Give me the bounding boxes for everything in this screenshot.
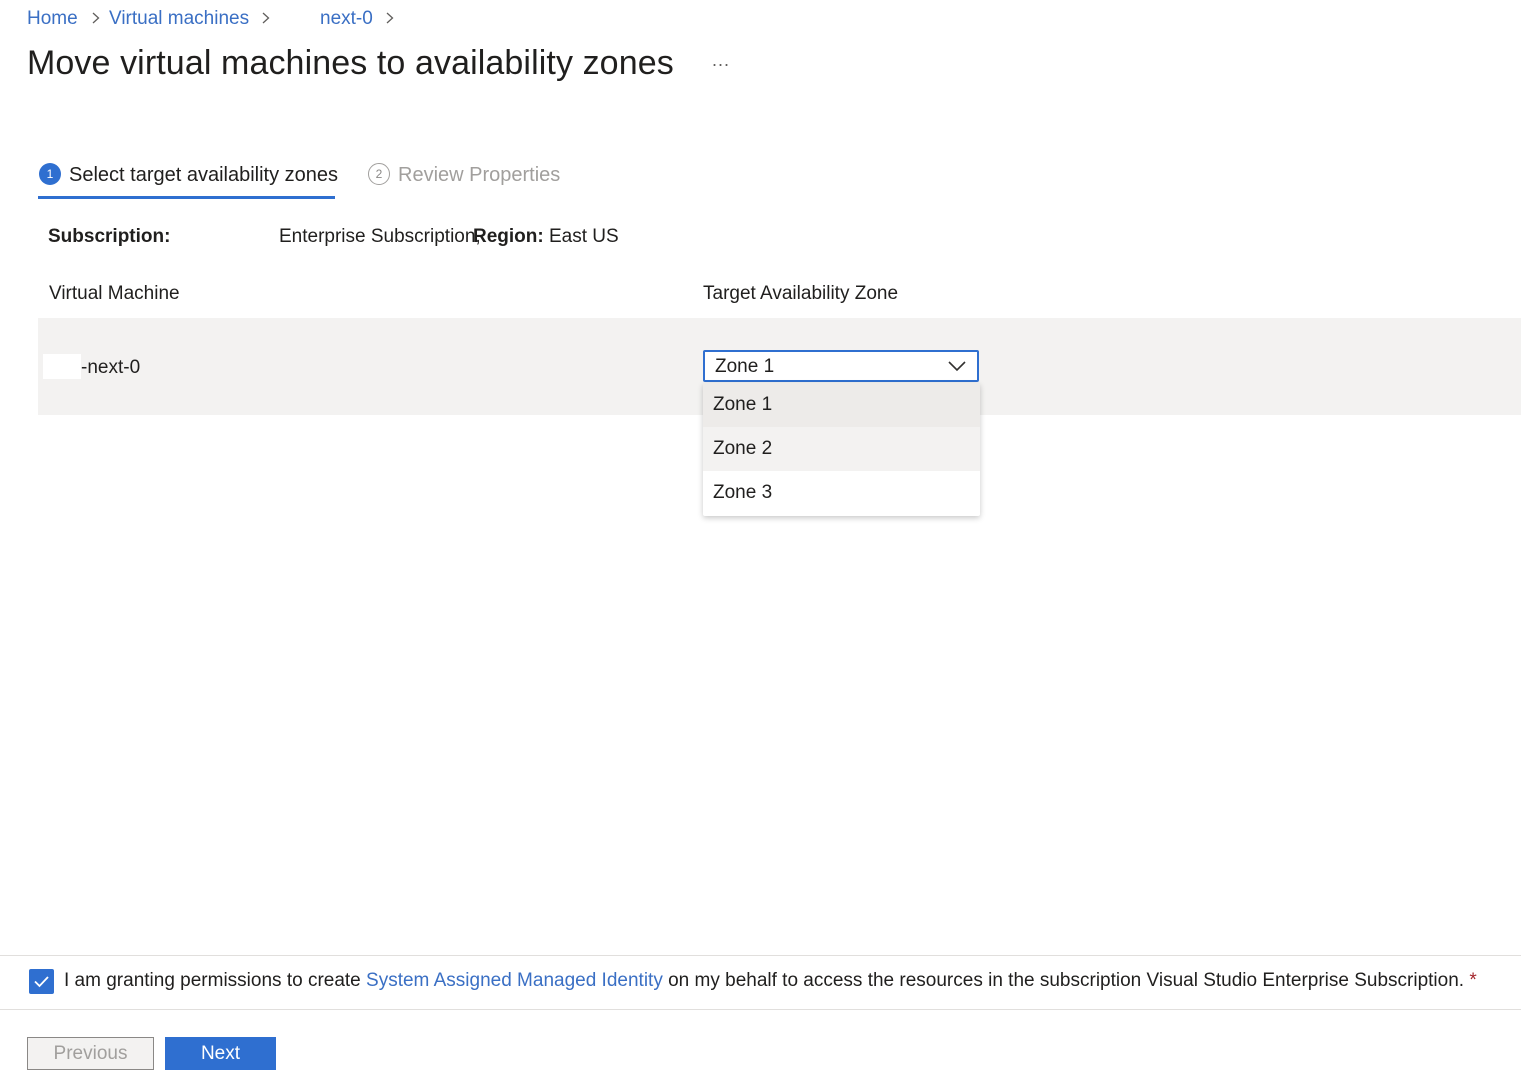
chevron-right-icon <box>262 12 270 24</box>
redacted-name-block <box>43 354 81 379</box>
target-zone-dropdown[interactable]: Zone 1 <box>703 350 979 382</box>
region-value: East US <box>549 226 619 247</box>
chevron-right-icon <box>386 12 394 24</box>
step-number-badge: 1 <box>39 163 61 185</box>
zone-option-1[interactable]: Zone 1 <box>703 383 980 427</box>
subscription-label: Subscription: <box>48 226 171 247</box>
column-header-target-zone: Target Availability Zone <box>703 283 899 304</box>
zone-options-list: Zone 1 Zone 2 Zone 3 <box>703 383 980 516</box>
more-icon[interactable]: ... <box>709 51 733 76</box>
breadcrumb-virtual-machines[interactable]: Virtual machines <box>109 8 249 30</box>
breadcrumb: Home Virtual machines next-0 <box>27 8 427 34</box>
checkmark-icon <box>34 976 49 988</box>
zone-option-2[interactable]: Zone 2 <box>703 427 980 471</box>
dropdown-selected-value: Zone 1 <box>715 356 775 377</box>
next-button[interactable]: Next <box>165 1037 276 1070</box>
tab-review-properties[interactable]: 2 Review Properties <box>368 160 560 200</box>
divider <box>0 955 1521 956</box>
region-label: Region: <box>473 226 544 247</box>
active-step-indicator <box>38 196 335 199</box>
step-label: Select target availability zones <box>69 164 339 186</box>
tab-select-target-availability-zones[interactable]: 1 Select target availability zones <box>39 160 338 200</box>
required-marker: * <box>1469 970 1477 991</box>
previous-button[interactable]: Previous <box>27 1037 154 1070</box>
step-label: Review Properties <box>398 164 561 186</box>
consent-text: I am granting permissions to create Syst… <box>64 970 1477 991</box>
vm-name-cell: -next-0 <box>81 357 141 378</box>
managed-identity-link[interactable]: System Assigned Managed Identity <box>366 970 663 991</box>
step-number-badge: 2 <box>368 163 390 185</box>
breadcrumb-vm[interactable]: next-0 <box>320 8 373 30</box>
breadcrumb-home[interactable]: Home <box>27 8 78 30</box>
column-header-virtual-machine: Virtual Machine <box>49 283 180 304</box>
divider <box>0 1009 1521 1010</box>
chevron-right-icon <box>92 12 100 24</box>
subscription-value: Enterprise Subscription, <box>279 226 481 247</box>
consent-checkbox[interactable] <box>29 969 54 994</box>
page-title: Move virtual machines to availability zo… <box>27 44 674 82</box>
zone-option-3[interactable]: Zone 3 <box>703 471 980 515</box>
chevron-down-icon <box>948 361 966 372</box>
